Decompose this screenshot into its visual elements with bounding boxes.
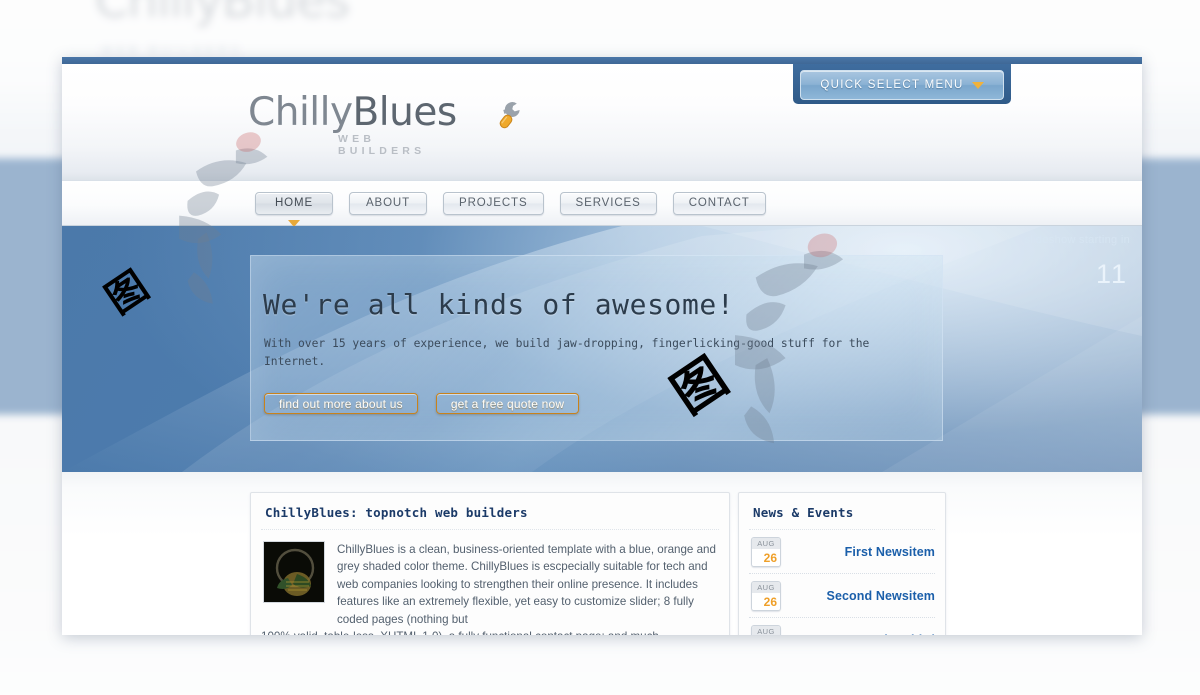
top-accent-bar [62, 57, 1142, 64]
nav-item-projects[interactable]: PROJECTS [443, 191, 544, 215]
quick-select-menu[interactable]: QUICK SELECT MENU [800, 70, 1004, 100]
caret-down-icon [971, 81, 984, 89]
hero-cta-group: find out more about us get a free quote … [264, 393, 580, 414]
calendar-month-label: AUG [752, 582, 780, 593]
news-item-title[interactable]: Second Newsitem [791, 589, 935, 603]
nav-item-home-label: HOME [274, 197, 314, 209]
get-free-quote-button[interactable]: get a free quote now [435, 393, 580, 414]
find-out-more-button[interactable]: find out more about us [264, 393, 418, 414]
intro-panel-title: ChillyBlues: topnotch web builders [265, 505, 528, 520]
news-list-item[interactable]: AUG 26 Second Newsitem [739, 574, 945, 617]
nav-item-services-label: SERVICES [575, 197, 641, 209]
calendar-icon: AUG 26 [751, 537, 781, 567]
nav-item-services[interactable]: SERVICES [559, 191, 657, 215]
browser-page-card: QUICK SELECT MENU ChillyBlues WEB BUILDE… [62, 57, 1142, 635]
calendar-icon: AUG 26 [751, 625, 781, 635]
calendar-day-label: 26 [752, 593, 780, 610]
logo-tagline: WEB BUILDERS [338, 133, 426, 157]
news-events-panel: News & Events AUG 26 First Newsitem AUG … [738, 492, 946, 635]
calendar-icon: AUG 26 [751, 581, 781, 611]
quick-select-menu-label: QUICK SELECT MENU [820, 79, 964, 91]
nav-item-contact-label: CONTACT [688, 197, 750, 209]
primary-navigation: HOME ABOUT PROJECTS SERVICES CONTACT [62, 181, 1142, 227]
calendar-month-label: AUG [752, 538, 780, 549]
screenshot-stage: ChillyBlues WEB BUILDERS We're all kinds… [0, 0, 1200, 695]
calendar-day-label: 26 [752, 549, 780, 566]
intro-body-text: ChillyBlues is a clean, business-oriente… [337, 543, 716, 626]
news-list-item[interactable]: AUG 26 And A Third [739, 618, 945, 635]
hero-heading: We're all kinds of awesome! [263, 288, 735, 321]
news-item-title[interactable]: First Newsitem [791, 545, 935, 559]
nav-item-projects-label: PROJECTS [459, 197, 528, 209]
news-item-title[interactable]: And A Third [791, 633, 935, 635]
hero-slider: slideshow starting in 11 We're all kinds… [62, 226, 1142, 472]
calendar-month-label: AUG [752, 626, 780, 635]
nav-item-home[interactable]: HOME [255, 191, 333, 227]
nav-item-contact[interactable]: CONTACT [672, 191, 766, 215]
logo-main-text: Chilly [248, 90, 353, 135]
intro-body-overflow: 100% valid, table-less, XHTML 1.0), a fu… [261, 628, 721, 635]
content-area: ChillyBlues: topnotch web builders Chill… [62, 472, 1142, 635]
site-header: QUICK SELECT MENU ChillyBlues WEB BUILDE… [62, 64, 1142, 181]
intro-panel-body: ChillyBlues is a clean, business-oriente… [261, 541, 721, 635]
hero-paragraph: With over 15 years of experience, we bui… [264, 337, 870, 368]
slideshow-status-text: slideshow starting in [1024, 234, 1130, 246]
logo-accent-text: Blues [352, 90, 458, 135]
news-panel-title: News & Events [753, 505, 854, 520]
news-list-item[interactable]: AUG 26 First Newsitem [739, 530, 945, 573]
intro-thumbnail[interactable] [263, 541, 325, 603]
site-logo[interactable]: ChillyBlues WEB BUILDERS [248, 93, 520, 157]
logo-wordmark: ChillyBlues [248, 93, 457, 132]
slideshow-countdown: 11 [1095, 259, 1128, 289]
nav-item-about-label: ABOUT [365, 197, 411, 209]
hero-content-panel: We're all kinds of awesome! With over 15… [250, 255, 943, 441]
nav-item-about[interactable]: ABOUT [349, 191, 427, 215]
intro-panel: ChillyBlues: topnotch web builders Chill… [250, 492, 730, 635]
wrench-icon [499, 102, 520, 129]
